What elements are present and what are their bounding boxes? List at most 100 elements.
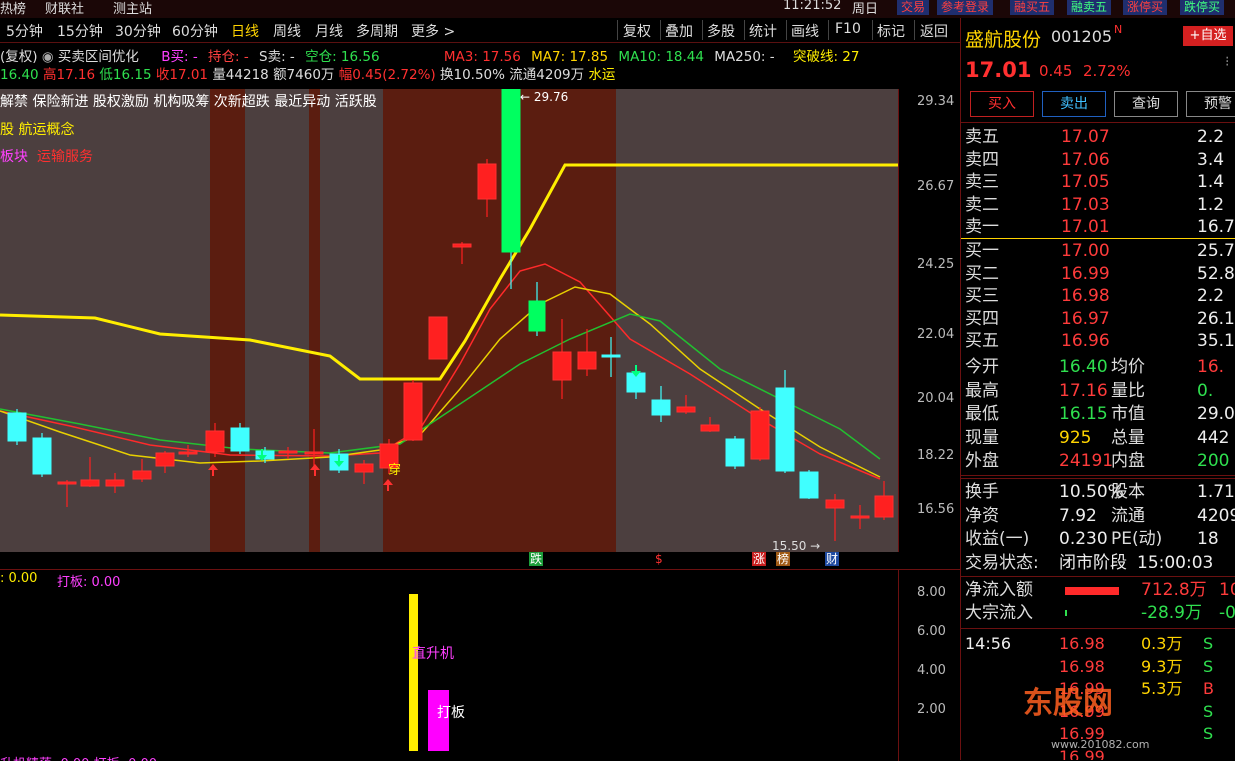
amplitude-value: 幅0.45(2.72%) bbox=[338, 67, 436, 83]
period-monthly[interactable]: 月线 bbox=[315, 21, 343, 41]
more-icon[interactable]: ⁝ bbox=[1225, 54, 1229, 70]
stat-label: 换手 bbox=[965, 482, 999, 502]
tool-statistics[interactable]: 统计 bbox=[749, 21, 777, 41]
stat-label: PE(动) bbox=[1111, 529, 1163, 549]
tool-mark[interactable]: 标记 bbox=[877, 21, 905, 41]
candle-body bbox=[874, 495, 894, 518]
menu-cls-news[interactable]: 财联社 bbox=[45, 0, 84, 17]
kline-chart[interactable]: 解禁 保险新进 股权激励 机构吸筹 次新超跌 最近异动 活跃股 股 航运概念 板… bbox=[0, 89, 898, 552]
margin-buy5-button[interactable]: 融买五 bbox=[1010, 0, 1055, 15]
close-value: 收17.01 bbox=[155, 67, 209, 83]
event-finance-marker[interactable]: 财 bbox=[825, 552, 840, 566]
tick-volume: 0.3万 bbox=[1141, 634, 1183, 653]
candle-body bbox=[725, 438, 745, 467]
menu-hot-list[interactable]: 热榜 bbox=[0, 0, 26, 17]
book-volume: 25.7 bbox=[1197, 241, 1235, 261]
trade-button[interactable]: 交易 bbox=[897, 0, 930, 15]
event-list-marker[interactable]: 榜 bbox=[776, 552, 791, 566]
stock-name: 盛航股份 bbox=[965, 29, 1042, 51]
tool-fuquan[interactable]: 复权 bbox=[623, 21, 651, 41]
stat-value: 24191 bbox=[1059, 451, 1114, 471]
alert-button[interactable]: 预警 bbox=[1186, 91, 1235, 117]
price-tick: 20.04 bbox=[917, 391, 955, 406]
add-watchlist-button[interactable]: +自选 bbox=[1183, 26, 1233, 46]
stat-label: 股本 bbox=[1111, 482, 1145, 502]
weekday: 周日 bbox=[852, 2, 879, 17]
volume-value: 量44218 bbox=[212, 67, 269, 83]
ma3-line bbox=[0, 263, 881, 480]
candle-body bbox=[750, 410, 770, 460]
period-daily[interactable]: 日线 bbox=[231, 21, 259, 41]
event-money-marker[interactable]: $ bbox=[654, 552, 664, 566]
book-label: 卖三 bbox=[965, 172, 999, 192]
reference-login-button[interactable]: 参考登录 bbox=[937, 0, 994, 15]
book-price[interactable]: 16.98 bbox=[1061, 285, 1110, 308]
book-volume: 3.4 bbox=[1197, 149, 1225, 170]
signal-arrow-icon bbox=[383, 479, 393, 485]
flow-label: 净流入额 bbox=[965, 580, 1033, 600]
period-multi[interactable]: 多周期 bbox=[356, 21, 398, 41]
menu-test-station[interactable]: 测主站 bbox=[113, 0, 152, 17]
candlestick-svg: ← 29.76 15.50 → 穿 bbox=[0, 89, 898, 552]
sell-button[interactable]: 卖出 bbox=[1042, 91, 1106, 117]
period-15min[interactable]: 15分钟 bbox=[57, 21, 103, 41]
turnover-value: 换10.50% bbox=[440, 67, 505, 83]
indicator-subpanel[interactable]: : 0.00 打板: 0.00 直升机 打板 升机精落: 0.00 打板: 0.… bbox=[0, 569, 898, 761]
stat-label: 今开 bbox=[965, 357, 999, 377]
high-price-annotation: ← 29.76 bbox=[520, 90, 568, 104]
candle-body bbox=[155, 452, 175, 467]
period-60min[interactable]: 60分钟 bbox=[172, 21, 218, 41]
watermark-url: www.201082.com bbox=[1051, 738, 1150, 751]
period-toolbar: 5分钟 15分钟 30分钟 60分钟 日线 周线 月线 多周期 更多 > 复权 … bbox=[0, 18, 960, 43]
event-marker-row: 跌 $ 涨 榜 财 bbox=[0, 552, 960, 568]
buy-button[interactable]: 买入 bbox=[970, 91, 1034, 117]
book-price[interactable]: 17.05 bbox=[1061, 171, 1110, 194]
limit-down-buy-button[interactable]: 跌停买 bbox=[1180, 0, 1225, 15]
book-label: 卖一 bbox=[965, 217, 999, 237]
price-tick: 18.22 bbox=[917, 448, 955, 463]
ma7-line bbox=[0, 286, 881, 478]
period-weekly[interactable]: 周线 bbox=[273, 21, 301, 41]
book-price[interactable]: 16.99 bbox=[1061, 263, 1110, 286]
book-price[interactable]: 17.07 bbox=[1061, 126, 1110, 149]
candle-body bbox=[7, 412, 27, 442]
tool-draw-line[interactable]: 画线 bbox=[791, 21, 819, 41]
book-label: 卖四 bbox=[965, 149, 999, 170]
tool-multistock[interactable]: 多股 bbox=[707, 21, 735, 41]
stat-label: 总量 bbox=[1111, 427, 1145, 448]
sub-tick: 6.00 bbox=[917, 624, 946, 639]
limit-up-buy-button[interactable]: 涨停买 bbox=[1123, 0, 1168, 15]
period-5min[interactable]: 5分钟 bbox=[6, 21, 43, 41]
flow-bar bbox=[1065, 587, 1119, 595]
book-price[interactable]: 16.96 bbox=[1061, 330, 1110, 353]
candle-body bbox=[304, 451, 324, 455]
ma250-value: MA250: - bbox=[714, 49, 775, 65]
flow-extra: -0 bbox=[1219, 603, 1235, 623]
candle-body bbox=[676, 406, 696, 413]
tick-volume: 5.3万 bbox=[1141, 679, 1183, 698]
tick-price: 16.98 bbox=[1059, 634, 1105, 653]
book-price[interactable]: 17.03 bbox=[1061, 194, 1110, 217]
book-price[interactable]: 17.00 bbox=[1061, 240, 1110, 263]
toolbar-divider bbox=[914, 20, 915, 40]
event-rise-marker[interactable]: 涨 bbox=[752, 552, 767, 566]
stat-label: 最低 bbox=[965, 404, 999, 424]
book-volume: 35.1 bbox=[1197, 331, 1235, 351]
period-30min[interactable]: 30分钟 bbox=[115, 21, 161, 41]
event-drop-marker[interactable]: 跌 bbox=[529, 552, 544, 566]
price-tick: 24.25 bbox=[917, 257, 955, 272]
tool-overlay[interactable]: 叠加 bbox=[665, 21, 693, 41]
open-value: 16.40 bbox=[0, 67, 39, 83]
book-price[interactable]: 17.01 bbox=[1061, 216, 1110, 239]
tool-f10[interactable]: F10 bbox=[835, 21, 861, 37]
book-price[interactable]: 17.06 bbox=[1061, 149, 1110, 172]
period-more[interactable]: 更多 > bbox=[411, 21, 455, 41]
candle-body bbox=[452, 243, 472, 248]
book-label: 买四 bbox=[965, 308, 999, 329]
book-price[interactable]: 16.97 bbox=[1061, 308, 1110, 331]
tick-side: S bbox=[1203, 724, 1214, 743]
tool-back[interactable]: 返回 bbox=[920, 21, 948, 41]
query-button[interactable]: 查询 bbox=[1114, 91, 1178, 117]
margin-sell5-button[interactable]: 融卖五 bbox=[1067, 0, 1112, 15]
toolbar-divider bbox=[617, 20, 618, 40]
